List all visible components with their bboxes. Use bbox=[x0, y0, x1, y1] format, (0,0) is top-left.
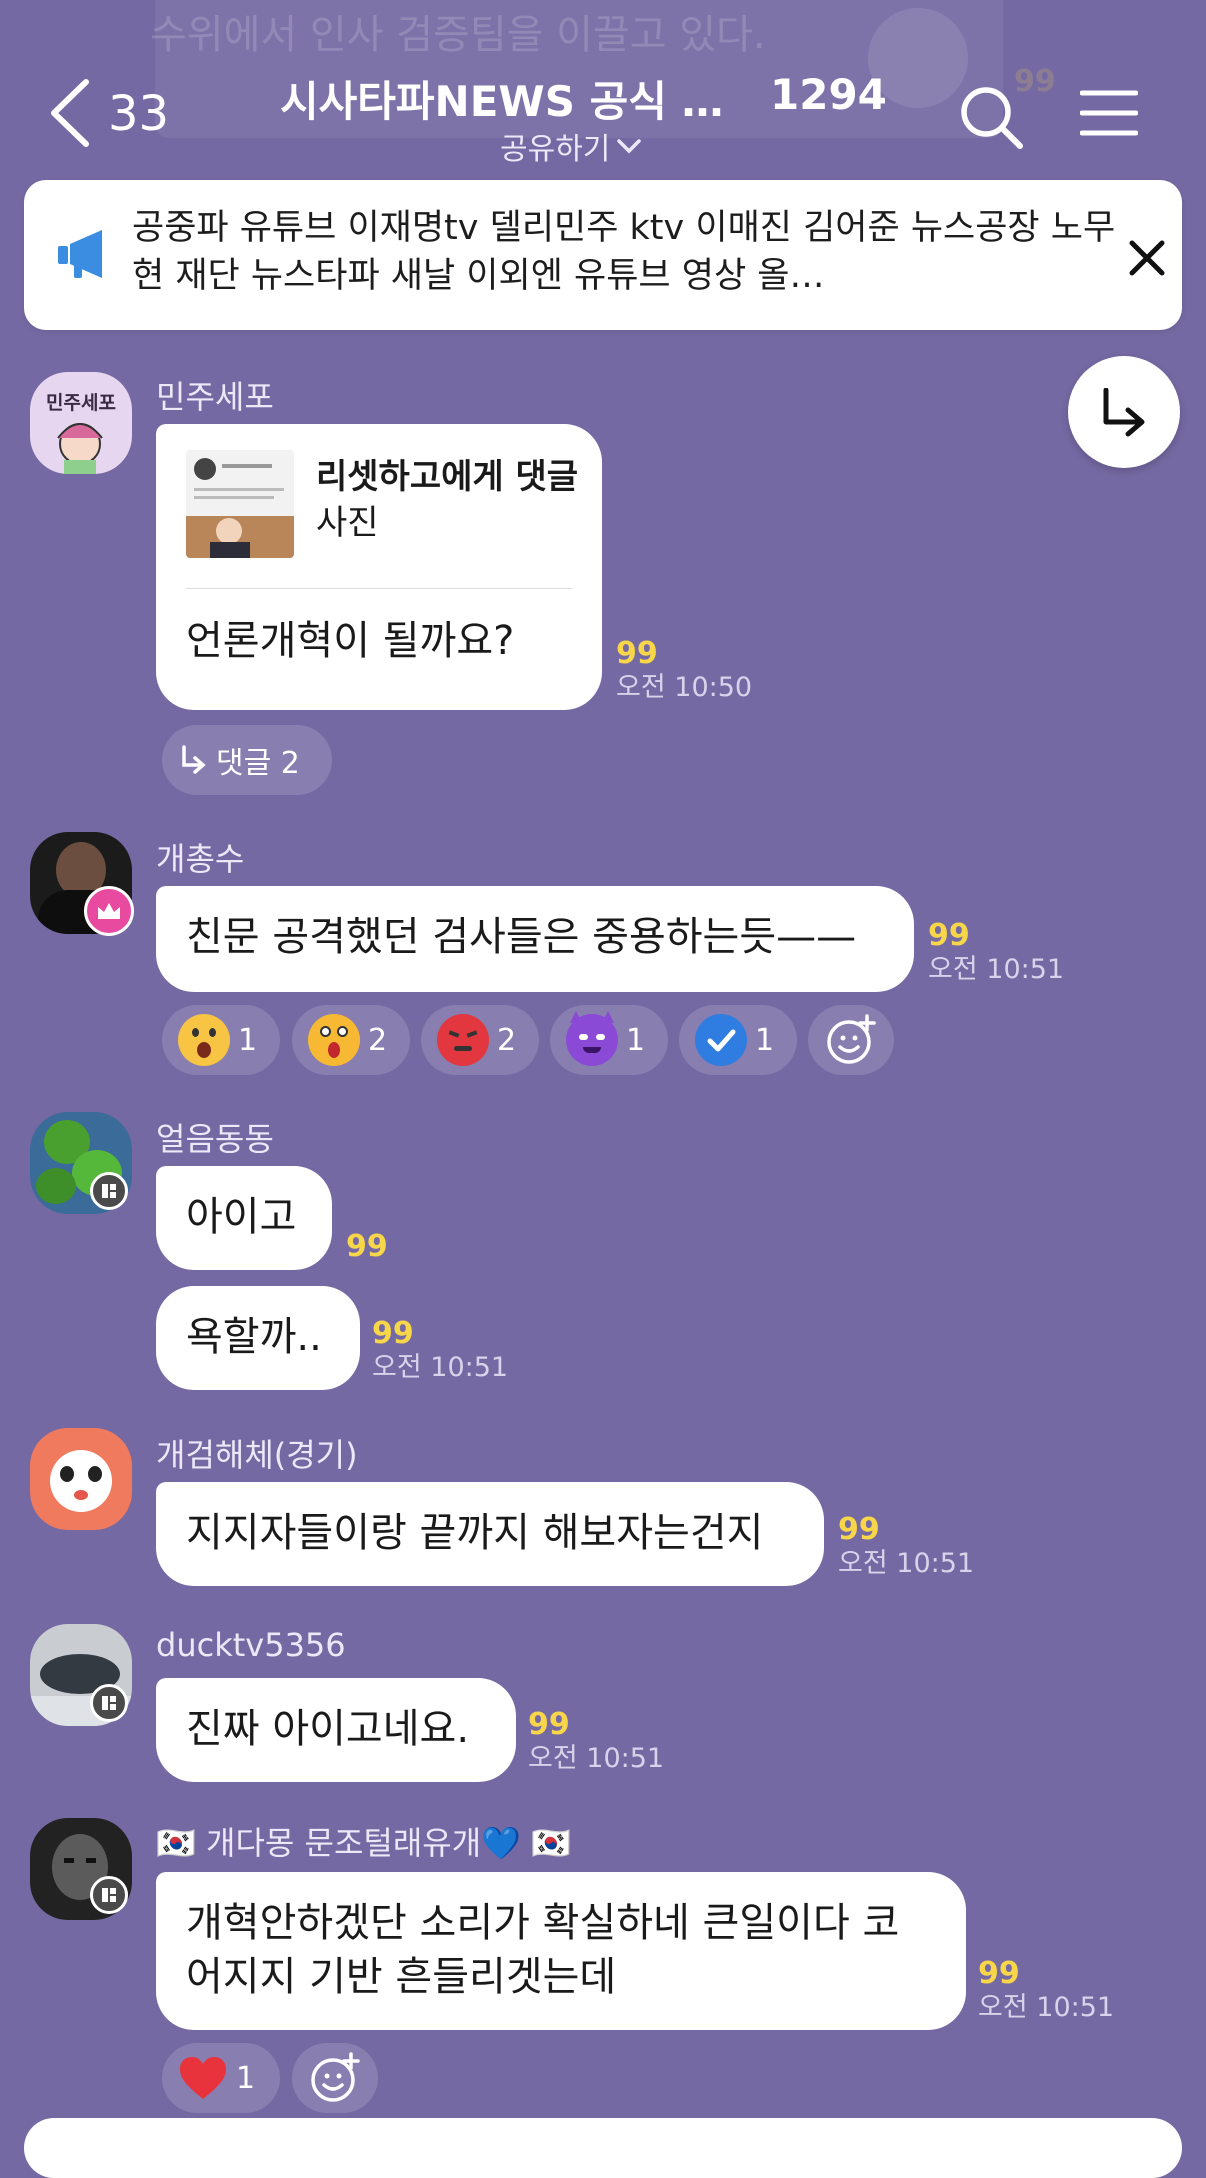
avatar[interactable]: 민주세포 bbox=[30, 372, 132, 474]
message-text: 언론개혁이 될까요? bbox=[186, 618, 515, 664]
reaction-count: 1 bbox=[755, 1022, 775, 1058]
app-badge-icon bbox=[90, 1172, 128, 1210]
reaction-pill[interactable]: 1 bbox=[162, 1005, 280, 1075]
message-text: 친문 공격했던 검사들은 중용하는듯—— bbox=[186, 914, 857, 960]
member-count[interactable]: 1294 bbox=[770, 70, 887, 119]
reply-arrow-icon bbox=[182, 745, 206, 774]
message-bubble[interactable]: 진짜 아이고네요. bbox=[156, 1678, 516, 1782]
message-meta: 99 오전 10:51 bbox=[528, 1708, 664, 1776]
message-text: 지지자들이랑 끝까지 해보자는건지 bbox=[186, 1510, 764, 1556]
message-bubble[interactable]: 욕할까.. bbox=[156, 1286, 360, 1390]
back-icon[interactable] bbox=[48, 78, 92, 148]
read-count: 99 bbox=[928, 918, 970, 953]
timestamp: 오전 10:50 bbox=[616, 672, 753, 703]
devil-face-icon bbox=[566, 1011, 618, 1066]
reaction-count: 2 bbox=[497, 1022, 517, 1058]
timestamp: 오전 10:51 bbox=[838, 1548, 975, 1579]
sender-name: ducktv5356 bbox=[156, 1626, 346, 1664]
heart-icon bbox=[180, 2057, 226, 2099]
read-count: 99 bbox=[346, 1229, 388, 1264]
sender-name: 민주세포 bbox=[156, 378, 274, 416]
sender-name: 개총수 bbox=[156, 840, 245, 878]
chevron-down-icon bbox=[617, 139, 642, 154]
link-subtitle: 사진 bbox=[316, 503, 379, 543]
message-bubble[interactable]: 친문 공격했던 검사들은 중용하는듯—— bbox=[156, 886, 914, 992]
close-icon[interactable] bbox=[1122, 233, 1172, 283]
app-badge-icon bbox=[90, 1684, 128, 1722]
read-count: 99 bbox=[616, 636, 658, 671]
timestamp: 오전 10:51 bbox=[528, 1743, 665, 1774]
message-meta: 99 bbox=[346, 1230, 388, 1264]
add-reaction-icon bbox=[827, 1014, 876, 1064]
reaction-count: 2 bbox=[368, 1022, 388, 1058]
reaction-pill[interactable]: 1 bbox=[162, 2043, 280, 2113]
jump-to-reply-button[interactable] bbox=[1068, 356, 1180, 468]
add-reaction-icon bbox=[311, 2052, 360, 2102]
astonished-face-icon bbox=[308, 1014, 360, 1066]
link-message-bubble[interactable]: 리셋하고에게 댓글 사진 언론개혁이 될까요? bbox=[156, 424, 602, 710]
message-meta: 99 오전 10:51 bbox=[838, 1513, 974, 1581]
read-count: 99 bbox=[372, 1316, 414, 1351]
read-count: 99 bbox=[978, 1956, 1020, 1991]
sender-name: 개검해체(경기) bbox=[156, 1436, 358, 1474]
message-text: 욕할까.. bbox=[186, 1314, 322, 1360]
megaphone-icon bbox=[58, 230, 102, 278]
message-text: 개혁안하겠단 소리가 확실하네 큰일이다 코어지지 기반 흔들리겟는데 bbox=[186, 1900, 900, 2000]
pinned-notice[interactable]: 공중파 유튜브 이재명tv 델리민주 ktv 이매진 김어준 뉴스공장 노무현 … bbox=[24, 180, 1182, 330]
divider bbox=[186, 588, 572, 589]
app-badge-icon bbox=[90, 1876, 128, 1914]
sender-name: 얼음동동 bbox=[156, 1120, 274, 1158]
reply-arrow-icon bbox=[1103, 388, 1145, 437]
message-meta: 99 오전 10:50 bbox=[616, 637, 752, 705]
reply-count-label: 댓글 2 bbox=[216, 746, 300, 781]
reaction-count: 1 bbox=[626, 1022, 646, 1058]
reaction-count: 1 bbox=[238, 1022, 258, 1058]
search-icon[interactable] bbox=[958, 84, 1024, 150]
chat-room-title[interactable]: 시사타파NEWS 공식 단… bbox=[280, 68, 750, 129]
message-text: 진짜 아이고네요. bbox=[186, 1706, 470, 1752]
message-bubble[interactable]: 지지자들이랑 끝까지 해보자는건지 bbox=[156, 1482, 824, 1586]
crown-badge-icon bbox=[84, 886, 134, 936]
cartoon-character-icon bbox=[57, 423, 103, 474]
timestamp: 오전 10:51 bbox=[928, 954, 1065, 985]
surprised-face-icon bbox=[178, 1014, 230, 1066]
share-button[interactable]: 공유하기 bbox=[500, 124, 642, 168]
reaction-pill[interactable]: 1 bbox=[679, 1005, 797, 1075]
message-input-edge[interactable] bbox=[24, 2118, 1182, 2178]
menu-icon[interactable] bbox=[1080, 88, 1138, 138]
check-icon bbox=[695, 1014, 747, 1066]
message-meta: 99 오전 10:51 bbox=[372, 1317, 508, 1385]
share-label: 공유하기 bbox=[500, 132, 611, 167]
message-meta: 99 오전 10:51 bbox=[978, 1957, 1114, 2025]
read-count: 99 bbox=[838, 1512, 880, 1547]
ghost-message-text: 수위에서 인사 검증팀을 이끌고 있다. bbox=[150, 12, 766, 58]
timestamp: 오전 10:51 bbox=[372, 1352, 509, 1383]
timestamp: 오전 10:51 bbox=[978, 1992, 1115, 2023]
reaction-pill[interactable]: 2 bbox=[421, 1005, 539, 1075]
sender-name: 🇰🇷 개다몽 문조털래유개💙 🇰🇷 bbox=[156, 1824, 572, 1862]
add-reaction-button[interactable] bbox=[292, 2043, 378, 2113]
reaction-count: 1 bbox=[236, 2060, 256, 2096]
link-thumbnail bbox=[186, 450, 294, 558]
message-text: 아이고 bbox=[186, 1194, 297, 1240]
read-count: 99 bbox=[528, 1707, 570, 1742]
angry-face-icon bbox=[437, 1014, 489, 1066]
message-bubble[interactable]: 개혁안하겠단 소리가 확실하네 큰일이다 코어지지 기반 흔들리겟는데 bbox=[156, 1872, 966, 2030]
message-bubble[interactable]: 아이고 bbox=[156, 1166, 332, 1270]
reaction-pill[interactable]: 1 bbox=[550, 1005, 668, 1075]
reaction-pill[interactable]: 2 bbox=[292, 1005, 410, 1075]
unread-count[interactable]: 33 bbox=[108, 86, 169, 142]
reply-thread-button[interactable]: 댓글 2 bbox=[162, 725, 332, 795]
add-reaction-button[interactable] bbox=[808, 1005, 894, 1075]
avatar[interactable] bbox=[30, 1428, 132, 1530]
notice-text: 공중파 유튜브 이재명tv 델리민주 ktv 이매진 김어준 뉴스공장 노무현 … bbox=[132, 208, 1116, 296]
message-meta: 99 오전 10:51 bbox=[928, 919, 1064, 987]
